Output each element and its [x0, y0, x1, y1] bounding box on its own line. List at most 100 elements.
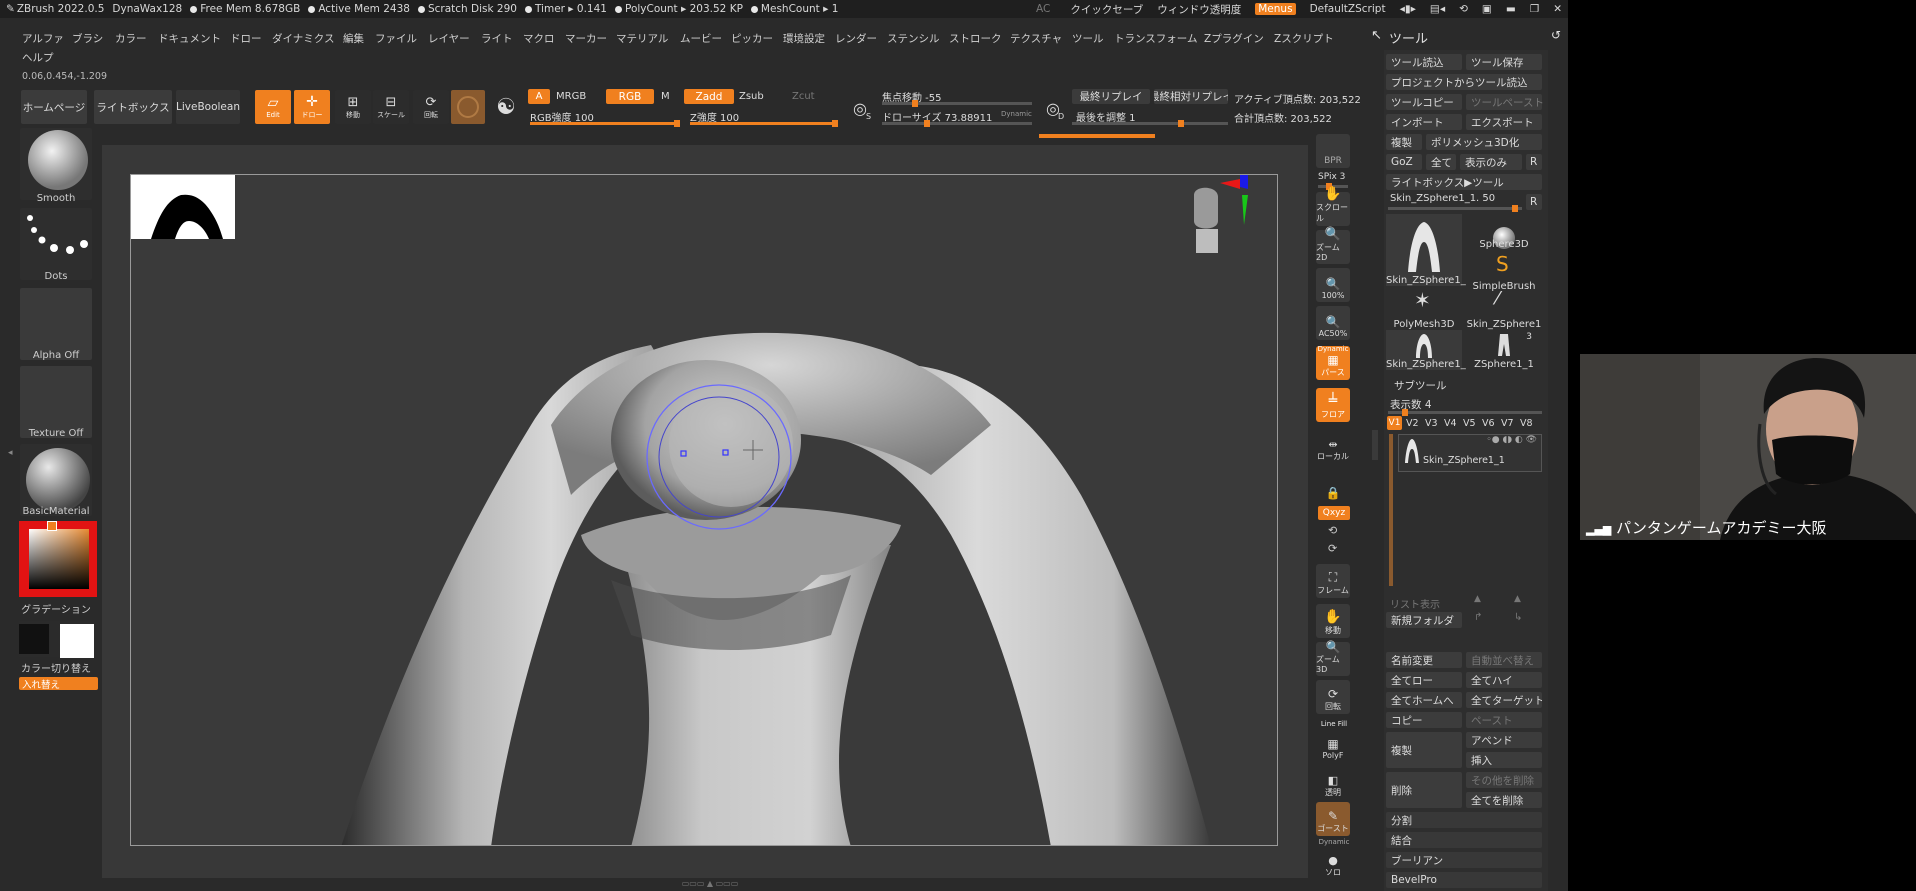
frame-button[interactable]: ⛶ フレーム	[1316, 564, 1350, 598]
zoom3d-button[interactable]: 🔍 ズーム3D	[1316, 640, 1350, 676]
version-tab-v8[interactable]: V8	[1520, 418, 1533, 429]
left-tray-arrow-icon[interactable]: ◂	[8, 448, 13, 462]
layout-icon[interactable]: ◂▮▸	[1400, 3, 1416, 15]
goz-visible-button[interactable]: 表示のみ	[1460, 154, 1522, 170]
menu-transform[interactable]: トランスフォーム	[1114, 31, 1197, 46]
draw-size-slider[interactable]	[882, 120, 1032, 127]
minimize-icon[interactable]: ▬	[1506, 3, 1516, 15]
move-view-button[interactable]: ✋ 移動	[1316, 604, 1350, 638]
menu-material[interactable]: マテリアル	[616, 31, 668, 46]
goz-all-button[interactable]: 全て	[1426, 154, 1456, 170]
primary-color-swatch[interactable]	[60, 624, 94, 658]
window-transparency-slider[interactable]: ウィンドウ透明度	[1157, 2, 1241, 17]
subtool-scrollbar[interactable]	[1389, 434, 1393, 586]
perspective-button[interactable]: Dynamic ▦ パース	[1316, 345, 1350, 380]
mrgb-toggle[interactable]: MRGB	[556, 91, 586, 102]
z-intensity-slider[interactable]	[690, 120, 838, 127]
auto-reorder-button[interactable]: 自動並べ替え	[1466, 652, 1542, 668]
menu-brush[interactable]: ブラシ	[72, 31, 103, 46]
tool-r-button[interactable]: R	[1526, 194, 1542, 210]
all-to-target-button[interactable]: 全てターゲット	[1466, 692, 1542, 708]
rgb-intensity-knob[interactable]	[674, 120, 680, 127]
ghost-button[interactable]: ✎ ゴースト	[1316, 802, 1350, 836]
save-tool-button[interactable]: ツール保存	[1466, 54, 1542, 70]
menu-dynamics[interactable]: ダイナミクス	[272, 31, 334, 46]
palette-pin-icon[interactable]: ↖	[1371, 28, 1382, 43]
export-button[interactable]: エクスポート	[1466, 114, 1542, 130]
menu-light[interactable]: ライト	[481, 31, 513, 46]
menu-tool[interactable]: ツール	[1072, 31, 1104, 46]
menu-macro[interactable]: マクロ	[523, 31, 555, 46]
menu-alpha[interactable]: アルファ	[22, 31, 64, 46]
solo-button[interactable]: ● ソロ	[1316, 846, 1350, 880]
menu-zplugin[interactable]: Zプラグイン	[1204, 31, 1264, 46]
edit-mode-button[interactable]: ▱ Edit	[255, 90, 291, 124]
clone-button[interactable]: 複製	[1386, 134, 1422, 150]
subtool-down-icon[interactable]: ▲	[1514, 594, 1521, 604]
swap-color-button[interactable]: 入れ替え	[19, 677, 98, 691]
tool-thumb-skin-3[interactable]: Skin_ZSphere1_	[1386, 330, 1466, 370]
version-tab-v1[interactable]: V1	[1387, 416, 1402, 430]
focal-shift-knob[interactable]	[912, 100, 918, 107]
rgb-intensity-slider[interactable]	[530, 120, 680, 127]
tool-thumb-skin-1[interactable]: Skin_ZSphere1_	[1386, 214, 1466, 286]
menu-marker[interactable]: マーカー	[565, 31, 607, 46]
append-button[interactable]: アペンド	[1466, 732, 1542, 748]
bpr-button[interactable]: BPR	[1316, 134, 1350, 168]
z-intensity-knob[interactable]	[832, 120, 838, 127]
zoom-100-button[interactable]: 🔍 100%	[1316, 268, 1350, 302]
rotate-view-button[interactable]: ⟳ 回転	[1316, 680, 1350, 714]
make-polymesh-button[interactable]: ポリメッシュ3D化	[1426, 134, 1542, 150]
menu-color[interactable]: カラー	[115, 31, 147, 46]
load-from-project-button[interactable]: プロジェクトからツール読込	[1386, 74, 1542, 90]
boolean-section[interactable]: ブーリアン	[1386, 852, 1542, 868]
ac-label[interactable]: AC	[1036, 3, 1050, 15]
split-section[interactable]: 分割	[1386, 812, 1542, 828]
ac50-button[interactable]: 🔍 AC50%	[1316, 306, 1350, 340]
rename-button[interactable]: 名前変更	[1386, 652, 1462, 668]
all-low-button[interactable]: 全てロー	[1386, 672, 1462, 688]
subtool-item[interactable]: ◦● ◖◗ ◐ 👁 Skin_ZSphere1_1	[1398, 434, 1542, 472]
sculptris-icon[interactable]: ☯	[491, 92, 521, 122]
bottom-tray-handle-icon[interactable]: ▭▭▭ ▲ ▭▭▭	[660, 879, 760, 888]
tool-slider-knob[interactable]	[1512, 205, 1518, 212]
zsub-toggle[interactable]: Zsub	[739, 91, 764, 102]
rgb-toggle[interactable]: RGB	[606, 89, 654, 104]
paste-subtool-button[interactable]: ペースト	[1466, 712, 1542, 728]
last-relative-replay-button[interactable]: 最終相対リプレイ	[1154, 89, 1228, 104]
all-to-home-button[interactable]: 全てホームへ	[1386, 692, 1462, 708]
menu-picker[interactable]: ピッカー	[731, 31, 773, 46]
navigator-thumbnail[interactable]	[131, 175, 235, 239]
palette-reset-icon[interactable]: ↺	[1551, 28, 1561, 42]
tool-slider[interactable]	[1388, 205, 1522, 212]
version-tab-v5[interactable]: V5	[1463, 418, 1476, 429]
color-picker[interactable]	[19, 521, 97, 597]
menu-draw[interactable]: ドロー	[230, 31, 262, 46]
merge-section[interactable]: 結合	[1386, 832, 1542, 848]
xyz-symmetry-button[interactable]: Qxyz	[1318, 506, 1350, 520]
lsym-button[interactable]: 🔒	[1316, 468, 1350, 502]
version-tab-v2[interactable]: V2	[1406, 418, 1419, 429]
adjust-last-knob[interactable]	[1178, 120, 1184, 127]
maximize-icon[interactable]: ❐	[1530, 3, 1539, 15]
rotate-mode-button[interactable]: ⟳ 回転	[413, 90, 449, 124]
default-zscript-button[interactable]: DefaultZScript	[1310, 3, 1386, 15]
load-tool-button[interactable]: ツール読込	[1386, 54, 1462, 70]
focal-shift-icon-button[interactable]: ◎	[844, 92, 876, 124]
close-icon[interactable]: ✕	[1553, 3, 1562, 15]
menus-toggle[interactable]: Menus	[1255, 3, 1296, 15]
version-tab-v7[interactable]: V7	[1501, 418, 1514, 429]
color-hue-marker[interactable]	[47, 521, 57, 531]
draw-mode-button[interactable]: ✛ ドロー	[294, 90, 330, 124]
tool-thumb-zsphere[interactable]: 3 ZSphere1_1	[1466, 330, 1542, 370]
paste-tool-button[interactable]: ツールペースト	[1466, 94, 1544, 110]
secondary-color-swatch[interactable]	[19, 624, 49, 654]
zcut-toggle[interactable]: Zcut	[792, 91, 815, 102]
bevelpro-section[interactable]: BevelPro	[1386, 872, 1542, 888]
move-up-arrow-icon[interactable]: ↱	[1474, 612, 1482, 623]
m-toggle[interactable]: M	[661, 91, 670, 102]
menu-help[interactable]: ヘルプ	[22, 50, 54, 65]
home-page-button[interactable]: ホームページ	[21, 90, 87, 124]
menu-zscript[interactable]: Zスクリプト	[1274, 31, 1334, 46]
adjust-last-slider[interactable]	[1072, 120, 1228, 127]
